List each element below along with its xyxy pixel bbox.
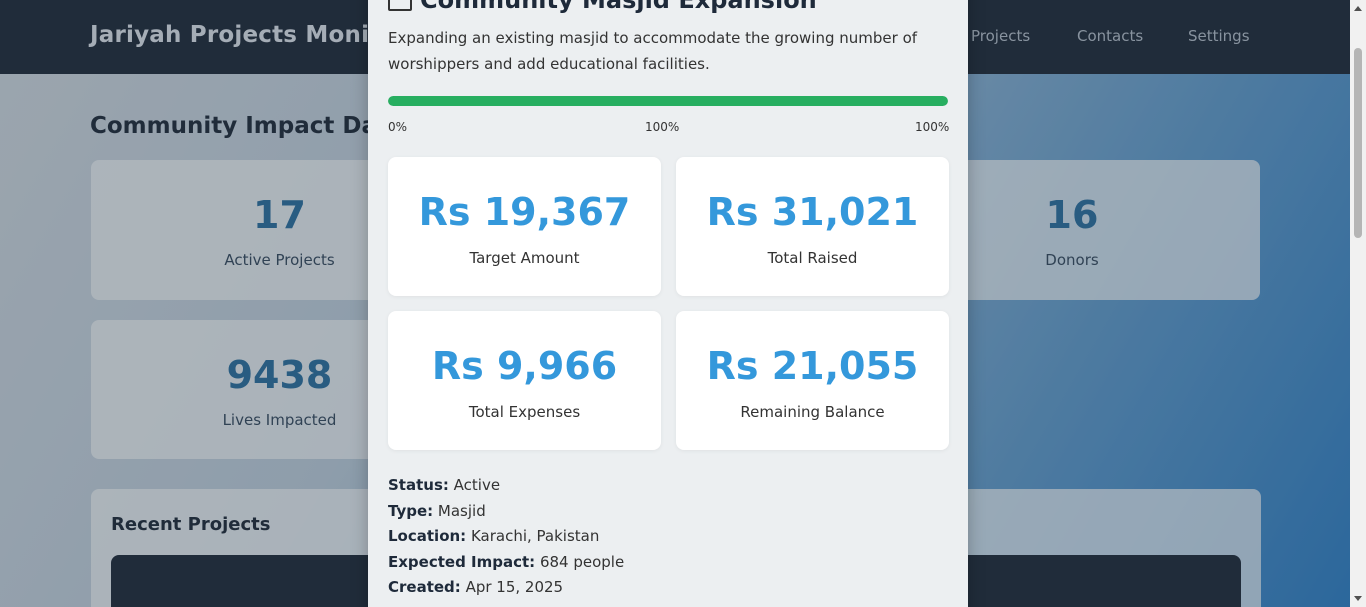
total-raised-value: Rs 31,021 xyxy=(706,190,919,234)
target-amount-card: Rs 19,367 Target Amount xyxy=(388,157,661,296)
modal-title: Community Masjid Expansion xyxy=(388,0,817,14)
scroll-down-arrow-icon[interactable] xyxy=(1354,596,1362,601)
detail-status: Status: Active xyxy=(388,476,501,494)
detail-type: Type: Masjid xyxy=(388,501,486,520)
target-amount-label: Target Amount xyxy=(469,249,580,267)
project-description: Expanding an existing masjid to accommod… xyxy=(388,29,918,73)
progress-fill xyxy=(388,96,948,106)
total-raised-label: Total Raised xyxy=(767,249,858,267)
scroll-up-arrow-icon[interactable] xyxy=(1354,6,1362,11)
detail-expected-impact: Expected Impact: 684 people xyxy=(388,552,625,571)
page-scrollbar[interactable] xyxy=(1350,0,1366,607)
total-expenses-card: Rs 9,966 Total Expenses xyxy=(388,311,661,450)
detail-created: Created: Apr 15, 2025 xyxy=(388,578,564,596)
project-details: Status: Active Type: Masjid Location: Ka… xyxy=(388,473,624,601)
target-amount-value: Rs 19,367 xyxy=(418,190,631,234)
total-expenses-value: Rs 9,966 xyxy=(431,344,618,388)
building-icon xyxy=(388,0,412,11)
remaining-balance-label: Remaining Balance xyxy=(740,403,885,421)
total-raised-card: Rs 31,021 Total Raised xyxy=(676,157,949,296)
progress-label-start: 0% xyxy=(388,120,408,134)
scrollbar-thumb[interactable] xyxy=(1354,48,1362,238)
detail-location: Location: Karachi, Pakistan xyxy=(388,527,600,545)
total-expenses-label: Total Expenses xyxy=(468,403,581,421)
remaining-balance-card: Rs 21,055 Remaining Balance xyxy=(676,311,949,450)
remaining-balance-value: Rs 21,055 xyxy=(706,344,919,388)
project-detail-modal: Community Masjid Expansion Expanding an … xyxy=(368,0,968,607)
progress-label-end: 100% xyxy=(915,120,950,134)
modal-title-text: Community Masjid Expansion xyxy=(420,0,817,14)
funding-progress-bar xyxy=(388,96,948,106)
progress-label-mid: 100% xyxy=(645,120,680,134)
